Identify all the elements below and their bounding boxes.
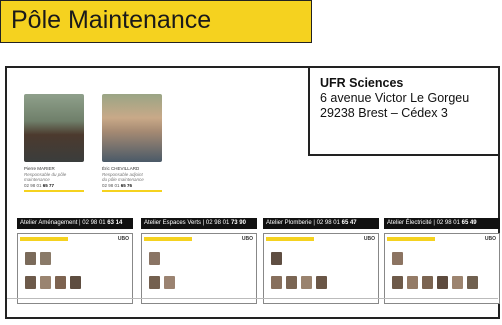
staff-photo [164,276,175,289]
atelier-panel: Atelier Aménagement | 02 98 01 63 14 UBO [17,218,133,304]
atelier-header: Atelier Espaces Verts | 02 98 01 73 90 [141,218,257,229]
atelier-card: UBO [384,233,500,304]
ubo-logo: UBO [117,236,129,242]
atelier-phone: 65 49 [461,220,477,226]
staff-photo [271,276,282,289]
atelier-panel: Atelier Espaces Verts | 02 98 01 73 90 U… [141,218,257,304]
staff-photo [392,252,403,265]
page-title-bar: Pôle Maintenance [0,0,312,43]
person-photo [24,94,84,162]
page-title: Pôle Maintenance [11,6,212,34]
atelier-label: Atelier Électricité | 02 98 01 [387,220,460,226]
address-line1: 6 avenue Victor Le Gorgeu [320,91,470,105]
address-name: UFR Sciences [320,76,404,90]
atelier-header: Atelier Plomberie | 02 98 01 65 47 [263,218,379,229]
atelier-header: Atelier Aménagement | 02 98 01 63 14 [17,218,133,229]
person-photo [102,94,162,162]
org-chart-image: UFR Sciences 6 avenue Victor Le Gorgeu 2… [5,66,500,319]
staff-photo [437,276,448,289]
divider [7,298,498,299]
atelier-phone: 65 47 [341,220,357,226]
staff-photo [40,252,51,265]
staff-photo [392,276,403,289]
staff-photo [149,252,160,265]
phone-suffix: 65 76 [120,182,133,188]
staff-photo [422,276,433,289]
atelier-panel: Atelier Plomberie | 02 98 01 65 47 UBO [263,218,379,304]
person-text: Éric CHEVILLARD Responsable adjoint du p… [102,166,164,192]
atelier-header: Atelier Électricité | 02 98 01 65 49 [384,218,500,229]
staff-photo [149,276,160,289]
yellow-strip [266,237,314,241]
staff-photo [25,252,36,265]
ubo-logo: UBO [484,236,496,242]
address-box: UFR Sciences 6 avenue Victor Le Gorgeu 2… [308,68,498,156]
staff-photo [55,276,66,289]
yellow-strip [387,237,435,241]
staff-photo [40,276,51,289]
staff-photo [301,276,312,289]
atelier-panel: Atelier Électricité | 02 98 01 65 49 UBO [384,218,500,304]
yellow-underline [24,190,84,192]
atelier-phone: 73 90 [230,220,246,226]
staff-photo [452,276,463,289]
person-card: Pierre MARIER Responsable du pôle mainte… [24,94,86,192]
person-text: Pierre MARIER Responsable du pôle mainte… [24,166,86,192]
phone-prefix: 02 98 01 [24,182,42,188]
atelier-card: UBO [263,233,379,304]
staff-photo [467,276,478,289]
ubo-logo: UBO [241,236,253,242]
yellow-strip [20,237,68,241]
atelier-card: UBO [17,233,133,304]
phone-suffix: 65 77 [42,182,55,188]
staff-photo [286,276,297,289]
yellow-underline [102,190,162,192]
staff-photo [407,276,418,289]
address-line2: 29238 Brest – Cédex 3 [320,106,448,120]
person-phone: 02 98 01 65 77 [24,183,86,189]
staff-photo [271,252,282,265]
person-card: Éric CHEVILLARD Responsable adjoint du p… [102,94,164,192]
yellow-strip [144,237,192,241]
atelier-label: Atelier Aménagement | 02 98 01 [20,220,106,226]
ubo-logo: UBO [363,236,375,242]
atelier-label: Atelier Plomberie | 02 98 01 [266,220,340,226]
atelier-card: UBO [141,233,257,304]
staff-photo [70,276,81,289]
atelier-phone: 63 14 [107,220,123,226]
atelier-label: Atelier Espaces Verts | 02 98 01 [144,220,230,226]
staff-photo [316,276,327,289]
staff-photo [25,276,36,289]
person-phone: 02 98 01 65 76 [102,183,164,189]
phone-prefix: 02 98 01 [102,182,120,188]
